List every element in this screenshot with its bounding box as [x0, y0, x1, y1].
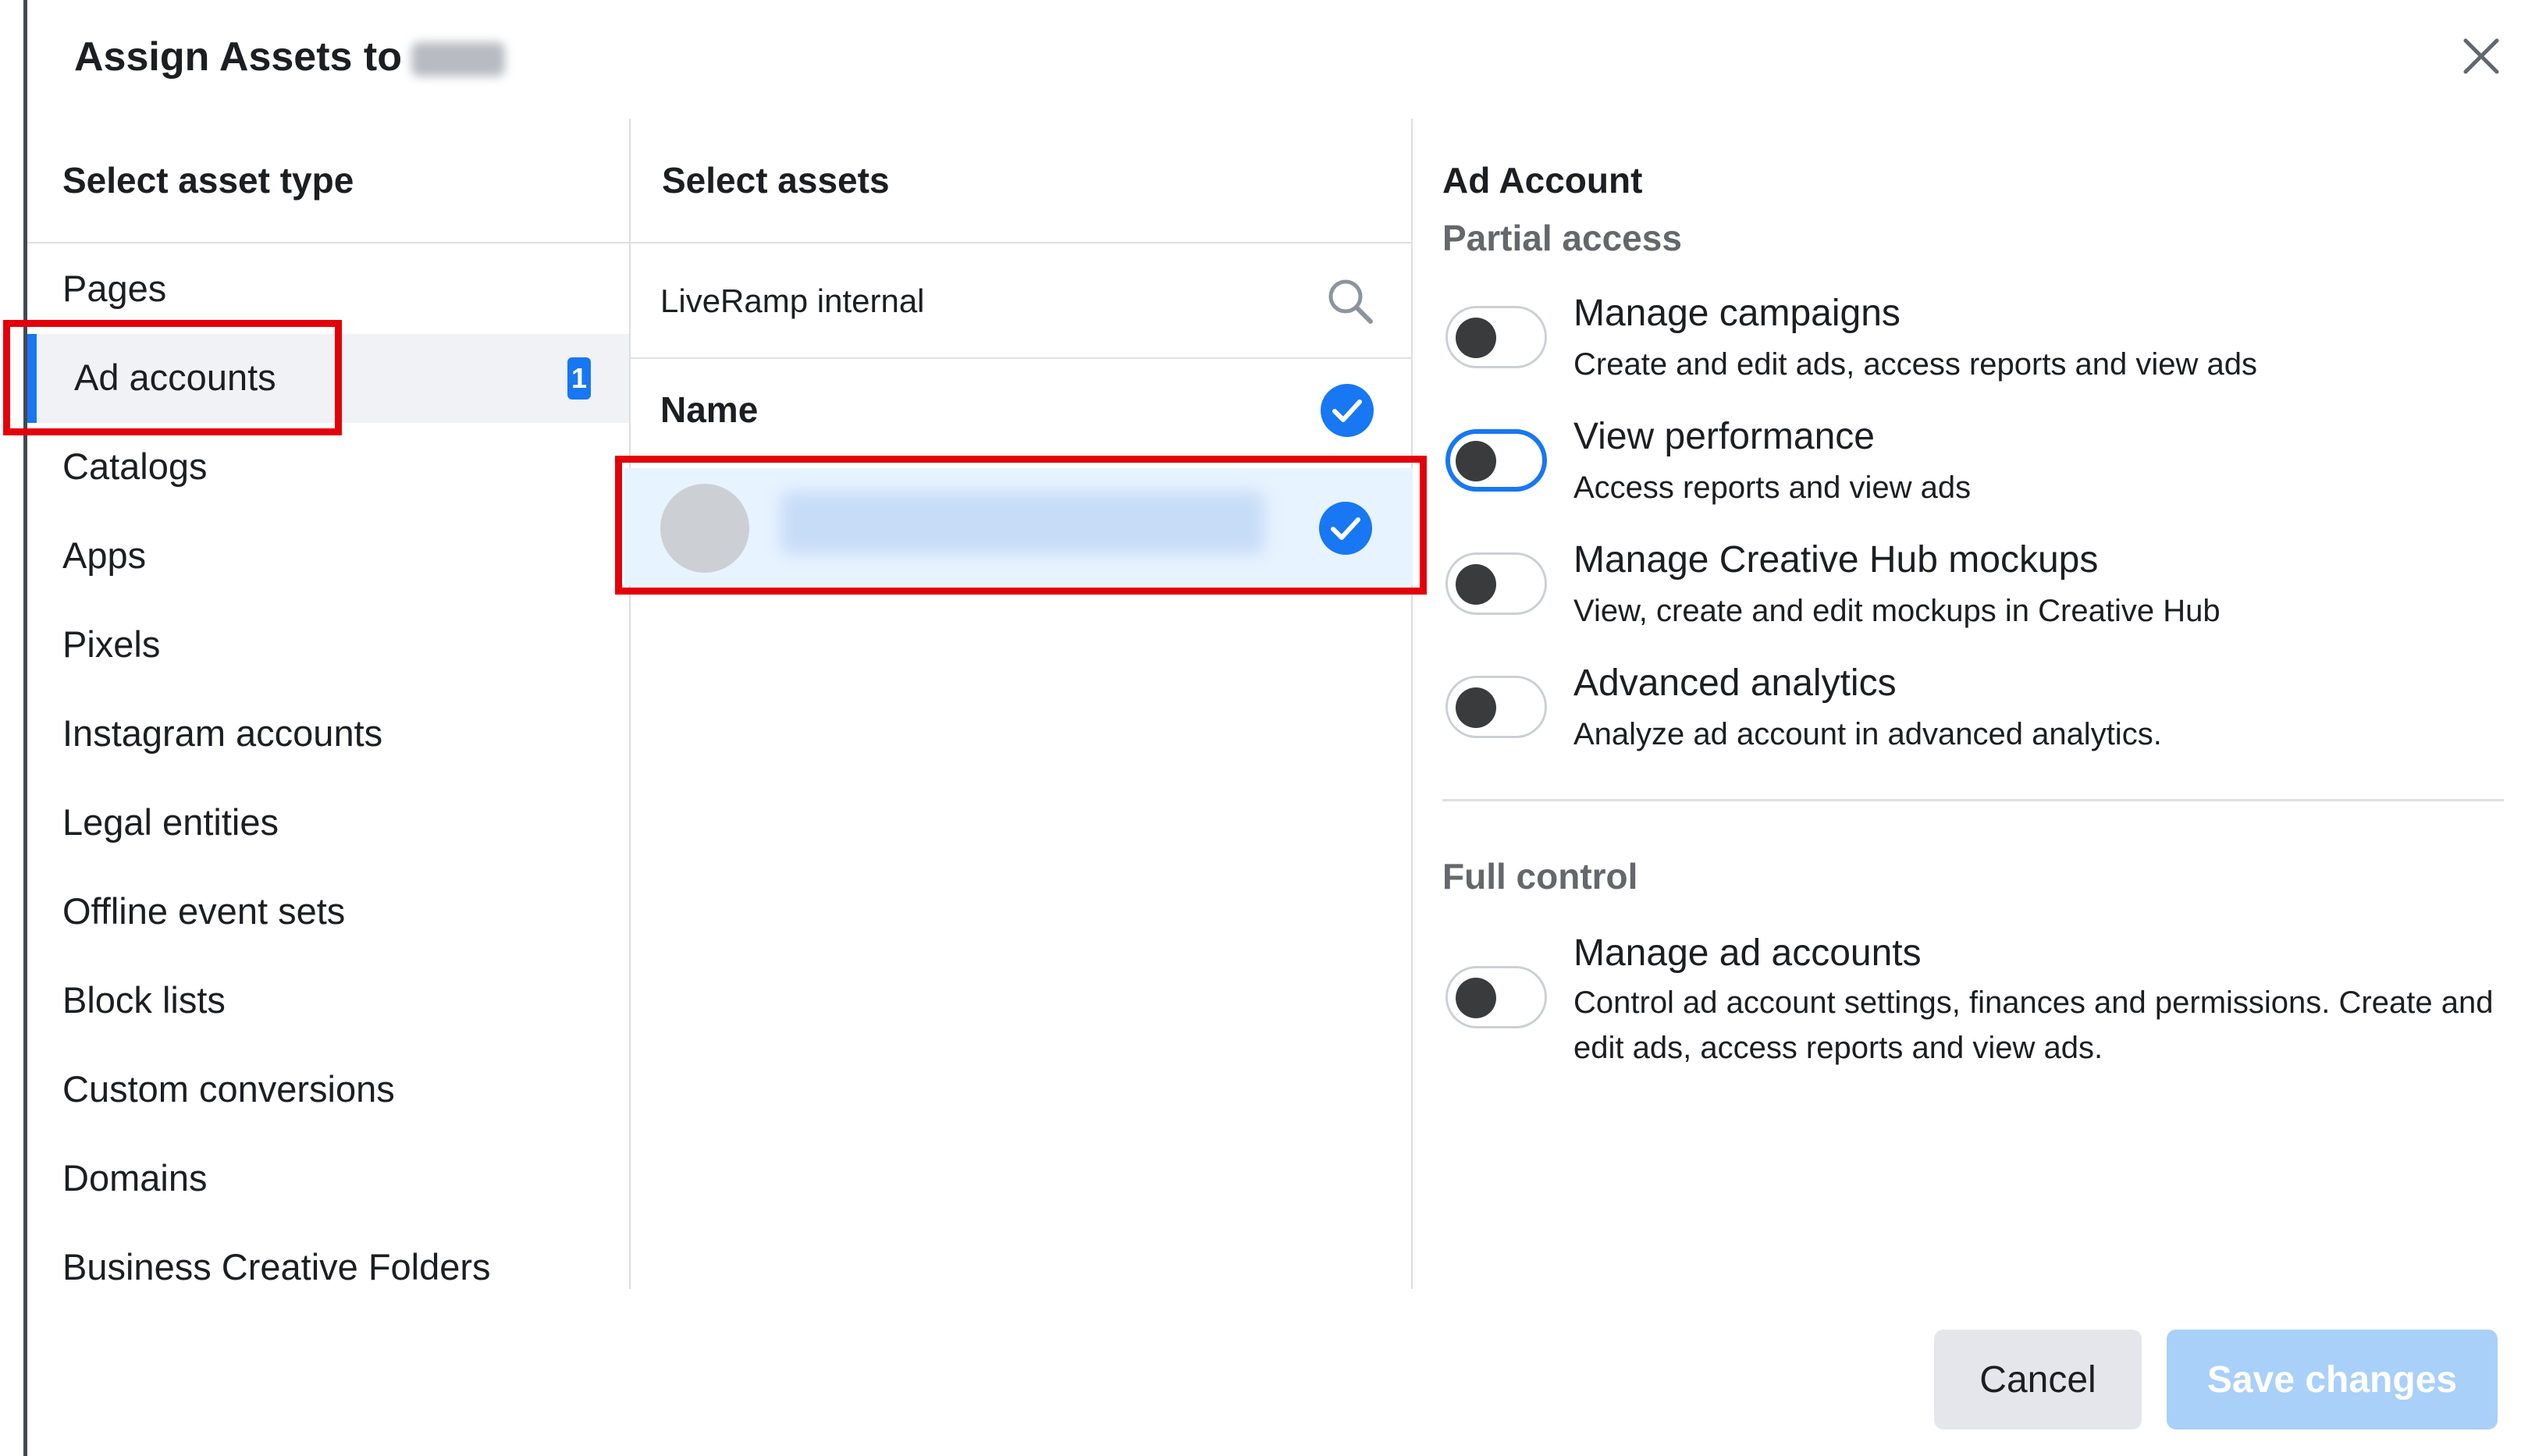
asset-type-label: Pages [62, 268, 167, 309]
full-control-label: Full control [1442, 856, 1638, 897]
asset-type-label: Ad accounts [74, 357, 276, 398]
permission-description: Create and edit ads, access reports and … [1573, 347, 2258, 382]
asset-type-catalogs[interactable]: Catalogs [0, 423, 599, 512]
asset-type-pixels[interactable]: Pixels [0, 601, 599, 690]
asset-type-label: Offline event sets [62, 890, 346, 932]
toggle-knob [1456, 978, 1496, 1018]
search-icon[interactable] [1325, 276, 1375, 326]
asset-type-pages[interactable]: Pages [0, 245, 599, 334]
permission-title: View performance [1573, 416, 1875, 457]
asset-type-label: Apps [62, 534, 147, 576]
permission-title: Manage ad accounts [1573, 932, 1922, 974]
toggle-knob [1456, 564, 1496, 605]
permission-title: Manage campaigns [1573, 293, 1901, 334]
asset-type-legal-entities[interactable]: Legal entities [0, 779, 599, 868]
asset-type-label: Legal entities [62, 801, 279, 843]
asset-type-label: Block lists [62, 979, 226, 1021]
redacted-user-name [411, 42, 505, 77]
asset-type-label: Business Creative Folders [62, 1246, 491, 1287]
asset-search [604, 245, 1383, 357]
asset-type-label: Catalogs [62, 446, 208, 487]
asset-type-label: Domains [62, 1157, 208, 1199]
manage-ad-accounts-toggle[interactable] [1445, 966, 1547, 1028]
asset-type-custom-conversions[interactable]: Custom conversions [0, 1046, 599, 1135]
asset-type-block-lists[interactable]: Block lists [0, 957, 599, 1046]
asset-type-apps[interactable]: Apps [0, 512, 599, 601]
selected-count-badge: 1 [567, 357, 591, 400]
permissions-heading: Ad Account [1442, 160, 1643, 201]
permission-description: Control ad account settings, finances an… [1573, 985, 2494, 1065]
asset-type-heading: Select asset type [62, 160, 354, 201]
asset-type-label: Instagram accounts [62, 712, 383, 754]
asset-type-header-line [27, 242, 629, 243]
toggle-knob [1456, 318, 1496, 358]
permission-description: Analyze ad account in advanced analytics… [1573, 717, 2162, 751]
asset-type-domains[interactable]: Domains [0, 1135, 599, 1223]
asset-type-label: Custom conversions [62, 1068, 395, 1110]
cancel-button[interactable]: Cancel [1934, 1330, 2142, 1429]
redacted-asset-name [780, 492, 1264, 554]
dialog-title: Assign Assets to [74, 30, 505, 84]
permission-title: Advanced analytics [1573, 662, 1897, 704]
partial-access-label: Partial access [1442, 218, 1682, 258]
assets-header-line [631, 242, 1411, 243]
select-assets-heading: Select assets [662, 160, 890, 201]
asset-type-business-creative-folders[interactable]: Business Creative Folders [0, 1223, 599, 1312]
manage-creative-hub-mockups-toggle[interactable] [1445, 552, 1547, 615]
permission-description: View, create and edit mockups in Creativ… [1573, 594, 2221, 628]
column-divider-right [1411, 119, 1413, 1289]
select-all-checkmark-icon[interactable] [1319, 382, 1375, 439]
name-column-header: Name [660, 389, 759, 430]
toggle-knob [1456, 687, 1496, 728]
asset-row[interactable] [624, 468, 1413, 585]
asset-type-label: Pixels [62, 623, 161, 665]
asset-type-offline-event-sets[interactable]: Offline event sets [0, 868, 599, 957]
permission-description: Access reports and view ads [1573, 471, 1972, 505]
search-underline [631, 357, 1411, 359]
asset-avatar [660, 484, 749, 573]
toggle-knob [1456, 441, 1496, 481]
manage-campaigns-toggle[interactable] [1445, 306, 1547, 368]
asset-type-ad-accounts[interactable]: Ad accounts 1 [27, 334, 629, 423]
view-performance-toggle[interactable] [1445, 429, 1547, 492]
dialog-title-text: Assign Assets to [74, 34, 402, 80]
permission-title: Manage Creative Hub mockups [1573, 539, 2099, 581]
advanced-analytics-toggle[interactable] [1445, 676, 1547, 738]
asset-type-instagram-accounts[interactable]: Instagram accounts [0, 690, 599, 779]
row-checkmark-icon[interactable] [1317, 500, 1374, 556]
close-icon[interactable] [2455, 30, 2508, 83]
asset-search-input[interactable] [660, 278, 1285, 325]
save-changes-button[interactable]: Save changes [2167, 1330, 2498, 1429]
section-divider [1442, 799, 2504, 801]
